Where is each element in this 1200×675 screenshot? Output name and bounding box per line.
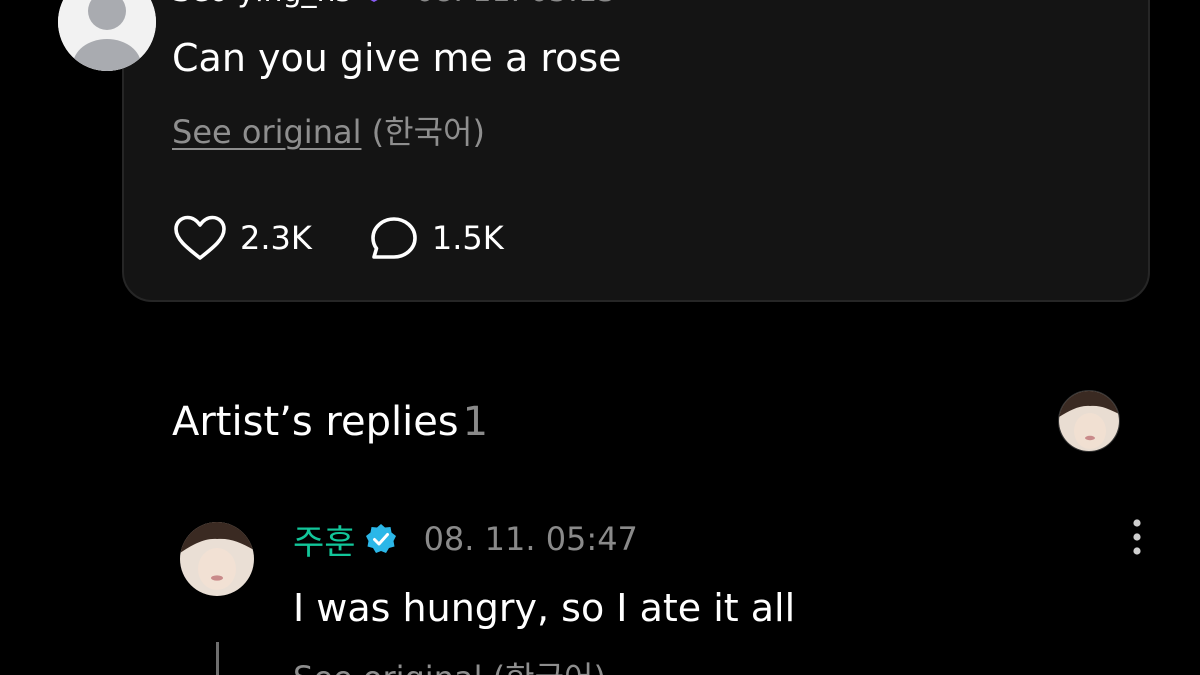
artist-avatar-small[interactable] [1058,390,1120,452]
post-more-icon[interactable] [1082,0,1098,10]
post-see-original-link[interactable]: See original [172,113,361,151]
post-actions: 2.3K 1.5K [172,214,504,262]
reply-author-name[interactable]: 주훈 [293,515,356,564]
reply-text: I was hungry, so I ate it all [293,586,796,630]
artist-replies-count: 1 [462,399,489,445]
post-header: Seo ying_hs 08. 11. 05:13 [172,0,616,9]
like-button[interactable]: 2.3K [172,214,312,262]
post-original-language: (한국어) [371,113,485,151]
reply-header: 주훈 08. 11. 05:47 [293,515,638,564]
artist-photo-icon [1059,391,1119,451]
reply-author-avatar[interactable] [180,522,254,596]
post-timestamp: 08. 11. 05:13 [415,0,616,9]
reply-more-icon[interactable] [1129,518,1145,556]
like-count: 2.3K [240,219,312,257]
artist-replies-heading: Artist’s replies 1 [172,396,488,448]
app-screen: Seo ying_hs 08. 11. 05:13 Can you give m… [0,0,1200,675]
reply-timestamp: 08. 11. 05:47 [423,520,638,558]
comment-bubble-icon [371,217,417,259]
post-text: Can you give me a rose [172,36,622,80]
membership-badge-icon [370,0,378,2]
reply-translation-note: See original (한국어) [293,658,606,675]
artist-replies-title: Artist’s replies [172,399,459,445]
comment-button[interactable]: 1.5K [368,214,504,262]
post-username[interactable]: Seo ying_hs [172,0,351,9]
reply-see-original-link[interactable]: See original [293,659,482,675]
reply-original-language: (한국어) [493,659,606,675]
artist-photo-icon [180,522,254,596]
thread-connector-line [216,642,219,675]
comment-count: 1.5K [431,219,504,257]
heart-icon [174,215,226,260]
post-translation-note: See original (한국어) [172,112,485,152]
verified-icon [365,524,396,553]
